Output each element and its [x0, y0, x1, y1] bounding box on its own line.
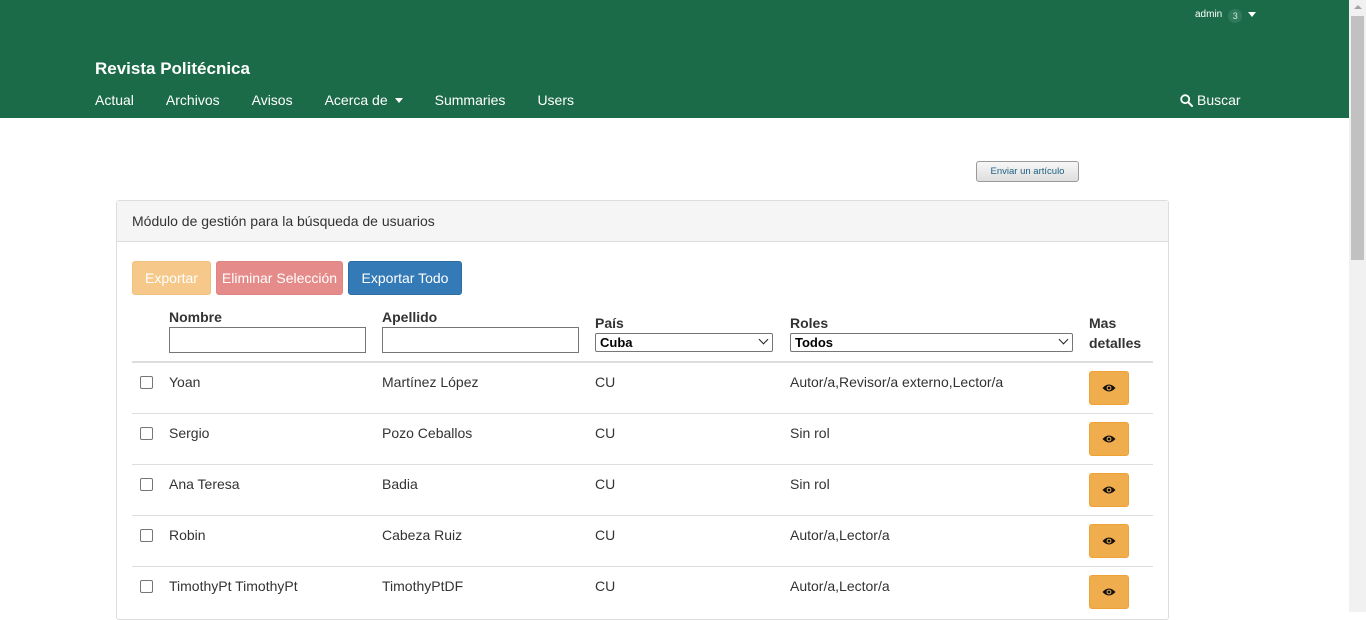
column-header-pais: País [595, 315, 624, 331]
main-nav: Actual Archivos Avisos Acerca de Summari… [95, 92, 606, 108]
cell-apellido: Badia [382, 476, 418, 492]
details-button[interactable] [1089, 575, 1129, 609]
nav-item-summaries[interactable]: Summaries [435, 92, 506, 108]
cell-nombre: Sergio [169, 425, 210, 441]
cell-pais: CU [595, 425, 616, 441]
eye-icon [1102, 486, 1116, 494]
column-header-mas: Mas [1089, 315, 1117, 331]
eye-icon [1102, 384, 1116, 392]
cell-apellido: Cabeza Ruiz [382, 527, 463, 543]
column-header-apellido: Apellido [382, 309, 438, 325]
site-header: admin 3 Revista Politécnica Actual Archi… [0, 0, 1349, 118]
nav-item-archivos[interactable]: Archivos [166, 92, 220, 108]
submit-article-button[interactable]: Enviar un artículo [976, 161, 1079, 182]
details-button[interactable] [1089, 524, 1129, 558]
row-checkbox[interactable] [140, 580, 153, 593]
nav-label: Archivos [165, 92, 220, 108]
cell-apellido: Pozo Ceballos [382, 425, 473, 441]
nav-item-users[interactable]: Users [537, 92, 574, 108]
table-row: Yoan Martínez López CU Autor/a,Revisor/a… [132, 363, 1153, 414]
export-button[interactable]: Exportar [132, 261, 211, 295]
row-checkbox[interactable] [140, 427, 153, 440]
cell-apellido: Martínez López [382, 374, 479, 390]
delete-selection-button[interactable]: Eliminar Selección [216, 261, 343, 295]
row-checkbox[interactable] [140, 529, 153, 542]
cell-pais: CU [595, 476, 616, 492]
details-button[interactable] [1089, 371, 1129, 405]
panel-title: Módulo de gestión para la búsqueda de us… [117, 201, 1168, 242]
user-menu[interactable]: admin 3 [1195, 5, 1257, 23]
user-name: admin [1195, 8, 1223, 20]
cell-nombre: TimothyPt TimothyPt [169, 578, 298, 594]
details-button[interactable] [1089, 422, 1129, 456]
table-row: Sergio Pozo Ceballos CU Sin rol [132, 414, 1153, 465]
export-all-button[interactable]: Exportar Todo [348, 261, 462, 295]
chevron-down-icon [758, 334, 769, 345]
cell-pais: CU [595, 578, 616, 594]
cell-nombre: Yoan [169, 374, 201, 390]
nav-label: Summaries [434, 92, 506, 108]
cell-roles: Sin rol [790, 425, 830, 441]
nav-item-avisos[interactable]: Avisos [252, 92, 293, 108]
chevron-down-icon [1058, 334, 1069, 345]
table-row: Robin Cabeza Ruiz CU Autor/a,Lector/a [132, 516, 1153, 567]
search-label: Buscar [1197, 92, 1241, 108]
apellido-filter-input[interactable] [382, 327, 579, 353]
cell-apellido: TimothyPtDF [382, 578, 464, 594]
row-checkbox[interactable] [140, 376, 153, 389]
scroll-thumb[interactable] [1351, 16, 1364, 260]
table-row: Ana Teresa Badia CU Sin rol [132, 465, 1153, 516]
details-button[interactable] [1089, 473, 1129, 507]
notification-badge: 3 [1228, 9, 1243, 23]
caret-down-icon [394, 97, 403, 103]
roles-selected-value: Todos [795, 335, 834, 350]
eye-icon [1102, 588, 1116, 596]
pais-select[interactable]: Cuba [595, 333, 773, 352]
cell-roles: Autor/a,Lector/a [790, 527, 890, 543]
cell-roles: Autor/a,Revisor/a externo,Lector/a [790, 374, 1004, 390]
cell-pais: CU [595, 527, 616, 543]
cell-roles: Autor/a,Lector/a [790, 578, 890, 594]
roles-select[interactable]: Todos [790, 333, 1073, 352]
nav-item-acerca-de[interactable]: Acerca de [325, 92, 403, 108]
cell-nombre: Ana Teresa [169, 476, 240, 492]
nav-label: Acerca de [324, 92, 388, 108]
eye-icon [1102, 537, 1116, 545]
nav-label: Actual [95, 92, 134, 108]
row-checkbox[interactable] [140, 478, 153, 491]
search-icon [1180, 93, 1193, 107]
nav-item-actual[interactable]: Actual [95, 92, 134, 108]
column-header-detalles: detalles [1089, 335, 1142, 351]
eye-icon [1102, 435, 1116, 443]
page-scrollbar[interactable] [1349, 0, 1366, 612]
column-header-nombre: Nombre [169, 309, 222, 325]
caret-down-icon [1248, 11, 1257, 17]
table-row: TimothyPt TimothyPt TimothyPtDF CU Autor… [132, 567, 1153, 612]
nombre-filter-input[interactable] [169, 327, 366, 353]
search-link[interactable]: Buscar [1180, 92, 1241, 108]
nav-label: Avisos [251, 92, 293, 108]
scroll-up-icon[interactable] [1354, 5, 1362, 9]
column-header-roles: Roles [790, 315, 829, 331]
pais-selected-value: Cuba [600, 335, 633, 350]
cell-nombre: Robin [169, 527, 206, 543]
nav-label: Users [537, 92, 574, 108]
cell-pais: CU [595, 374, 616, 390]
cell-roles: Sin rol [790, 476, 830, 492]
site-title[interactable]: Revista Politécnica [95, 59, 250, 79]
